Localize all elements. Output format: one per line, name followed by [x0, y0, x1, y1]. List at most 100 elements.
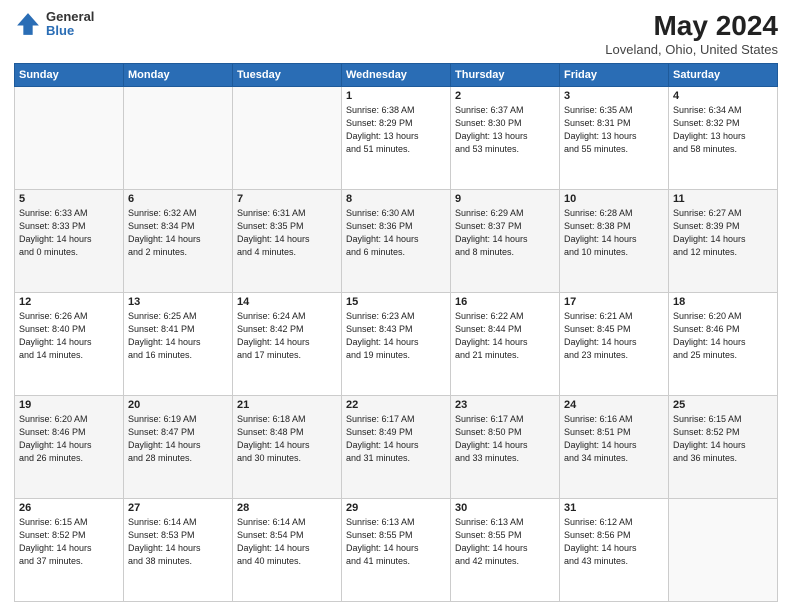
- day-number-23: 23: [455, 399, 555, 411]
- calendar-cell-3-1: 20 Sunrise: 6:19 AM Sunset: 8:47 PM Dayli…: [124, 396, 233, 499]
- day-info-17: Sunrise: 6:21 AM Sunset: 8:45 PM Dayligh…: [564, 310, 664, 362]
- col-tuesday: Tuesday: [233, 64, 342, 87]
- day-info-16: Sunrise: 6:22 AM Sunset: 8:44 PM Dayligh…: [455, 310, 555, 362]
- logo-blue-text: Blue: [46, 24, 94, 38]
- day-number-11: 11: [673, 193, 773, 205]
- week-row-2: 5 Sunrise: 6:33 AM Sunset: 8:33 PM Daylig…: [15, 190, 778, 293]
- day-info-8: Sunrise: 6:30 AM Sunset: 8:36 PM Dayligh…: [346, 207, 446, 259]
- day-info-30: Sunrise: 6:13 AM Sunset: 8:55 PM Dayligh…: [455, 516, 555, 568]
- day-number-30: 30: [455, 502, 555, 514]
- day-info-3: Sunrise: 6:35 AM Sunset: 8:31 PM Dayligh…: [564, 104, 664, 156]
- col-monday: Monday: [124, 64, 233, 87]
- day-info-21: Sunrise: 6:18 AM Sunset: 8:48 PM Dayligh…: [237, 413, 337, 465]
- day-info-19: Sunrise: 6:20 AM Sunset: 8:46 PM Dayligh…: [19, 413, 119, 465]
- calendar-cell-3-3: 22Sunrise: 6:17 AM Sunset: 8:49 PM Dayli…: [342, 396, 451, 499]
- day-number-27: 27: [128, 502, 228, 514]
- page: General Blue May 2024 Loveland, Ohio, Un…: [0, 0, 792, 612]
- day-info-5: Sunrise: 6:33 AM Sunset: 8:33 PM Dayligh…: [19, 207, 119, 259]
- header: General Blue May 2024 Loveland, Ohio, Un…: [14, 10, 778, 57]
- day-info-25: Sunrise: 6:15 AM Sunset: 8:52 PM Dayligh…: [673, 413, 773, 465]
- day-info-9: Sunrise: 6:29 AM Sunset: 8:37 PM Dayligh…: [455, 207, 555, 259]
- calendar-cell-2-4: 16 Sunrise: 6:22 AM Sunset: 8:44 PM Dayli…: [451, 293, 560, 396]
- day-info-4: Sunrise: 6:34 AM Sunset: 8:32 PM Dayligh…: [673, 104, 773, 156]
- day-info-12: Sunrise: 6:26 AM Sunset: 8:40 PM Dayligh…: [19, 310, 119, 362]
- calendar-cell-4-3: 29 Sunrise: 6:13 AM Sunset: 8:55 PM Dayli…: [342, 499, 451, 602]
- day-number-19: 19: [19, 399, 119, 411]
- logo-general-text: General: [46, 10, 94, 24]
- calendar-cell-1-0: 5 Sunrise: 6:33 AM Sunset: 8:33 PM Daylig…: [15, 190, 124, 293]
- day-number-25: 25: [673, 399, 773, 411]
- day-number-10: 10: [564, 193, 664, 205]
- calendar-cell-4-2: 28Sunrise: 6:14 AM Sunset: 8:54 PM Dayli…: [233, 499, 342, 602]
- col-thursday: Thursday: [451, 64, 560, 87]
- day-number-5: 5: [19, 193, 119, 205]
- calendar-cell-4-5: 31Sunrise: 6:12 AM Sunset: 8:56 PM Dayli…: [560, 499, 669, 602]
- col-friday: Friday: [560, 64, 669, 87]
- calendar-table: Sunday Monday Tuesday Wednesday Thursday…: [14, 63, 778, 602]
- week-row-3: 12Sunrise: 6:26 AM Sunset: 8:40 PM Dayli…: [15, 293, 778, 396]
- day-number-8: 8: [346, 193, 446, 205]
- calendar-cell-2-1: 13 Sunrise: 6:25 AM Sunset: 8:41 PM Dayli…: [124, 293, 233, 396]
- calendar-cell-4-6: [669, 499, 778, 602]
- calendar-cell-0-5: 3Sunrise: 6:35 AM Sunset: 8:31 PM Daylig…: [560, 87, 669, 190]
- day-info-10: Sunrise: 6:28 AM Sunset: 8:38 PM Dayligh…: [564, 207, 664, 259]
- calendar-cell-0-6: 4 Sunrise: 6:34 AM Sunset: 8:32 PM Daylig…: [669, 87, 778, 190]
- day-info-31: Sunrise: 6:12 AM Sunset: 8:56 PM Dayligh…: [564, 516, 664, 568]
- day-number-2: 2: [455, 90, 555, 102]
- day-info-20: Sunrise: 6:19 AM Sunset: 8:47 PM Dayligh…: [128, 413, 228, 465]
- day-info-6: Sunrise: 6:32 AM Sunset: 8:34 PM Dayligh…: [128, 207, 228, 259]
- day-number-4: 4: [673, 90, 773, 102]
- calendar-cell-3-6: 25 Sunrise: 6:15 AM Sunset: 8:52 PM Dayli…: [669, 396, 778, 499]
- day-number-7: 7: [237, 193, 337, 205]
- calendar-cell-3-0: 19 Sunrise: 6:20 AM Sunset: 8:46 PM Dayli…: [15, 396, 124, 499]
- calendar-cell-3-2: 21 Sunrise: 6:18 AM Sunset: 8:48 PM Dayli…: [233, 396, 342, 499]
- day-info-26: Sunrise: 6:15 AM Sunset: 8:52 PM Dayligh…: [19, 516, 119, 568]
- day-info-11: Sunrise: 6:27 AM Sunset: 8:39 PM Dayligh…: [673, 207, 773, 259]
- day-number-15: 15: [346, 296, 446, 308]
- day-info-22: Sunrise: 6:17 AM Sunset: 8:49 PM Dayligh…: [346, 413, 446, 465]
- week-row-5: 26 Sunrise: 6:15 AM Sunset: 8:52 PM Dayli…: [15, 499, 778, 602]
- col-wednesday: Wednesday: [342, 64, 451, 87]
- day-number-16: 16: [455, 296, 555, 308]
- week-row-4: 19 Sunrise: 6:20 AM Sunset: 8:46 PM Dayli…: [15, 396, 778, 499]
- logo: General Blue: [14, 10, 94, 39]
- logo-text: General Blue: [46, 10, 94, 39]
- calendar-cell-2-0: 12Sunrise: 6:26 AM Sunset: 8:40 PM Dayli…: [15, 293, 124, 396]
- day-info-27: Sunrise: 6:14 AM Sunset: 8:53 PM Dayligh…: [128, 516, 228, 568]
- day-number-14: 14: [237, 296, 337, 308]
- day-number-21: 21: [237, 399, 337, 411]
- day-info-2: Sunrise: 6:37 AM Sunset: 8:30 PM Dayligh…: [455, 104, 555, 156]
- calendar-cell-1-4: 9Sunrise: 6:29 AM Sunset: 8:37 PM Daylig…: [451, 190, 560, 293]
- title-block: May 2024 Loveland, Ohio, United States: [605, 10, 778, 57]
- day-info-23: Sunrise: 6:17 AM Sunset: 8:50 PM Dayligh…: [455, 413, 555, 465]
- calendar-cell-4-1: 27 Sunrise: 6:14 AM Sunset: 8:53 PM Dayli…: [124, 499, 233, 602]
- calendar-cell-0-3: 1 Sunrise: 6:38 AM Sunset: 8:29 PM Daylig…: [342, 87, 451, 190]
- day-info-29: Sunrise: 6:13 AM Sunset: 8:55 PM Dayligh…: [346, 516, 446, 568]
- calendar-cell-1-5: 10 Sunrise: 6:28 AM Sunset: 8:38 PM Dayli…: [560, 190, 669, 293]
- day-number-6: 6: [128, 193, 228, 205]
- day-info-1: Sunrise: 6:38 AM Sunset: 8:29 PM Dayligh…: [346, 104, 446, 156]
- day-number-29: 29: [346, 502, 446, 514]
- day-number-1: 1: [346, 90, 446, 102]
- day-number-13: 13: [128, 296, 228, 308]
- col-saturday: Saturday: [669, 64, 778, 87]
- calendar-title: May 2024: [605, 10, 778, 42]
- calendar-cell-0-1: [124, 87, 233, 190]
- day-info-15: Sunrise: 6:23 AM Sunset: 8:43 PM Dayligh…: [346, 310, 446, 362]
- day-number-20: 20: [128, 399, 228, 411]
- logo-icon: [14, 10, 42, 38]
- day-info-28: Sunrise: 6:14 AM Sunset: 8:54 PM Dayligh…: [237, 516, 337, 568]
- calendar-cell-0-0: [15, 87, 124, 190]
- day-info-24: Sunrise: 6:16 AM Sunset: 8:51 PM Dayligh…: [564, 413, 664, 465]
- calendar-cell-2-3: 15 Sunrise: 6:23 AM Sunset: 8:43 PM Dayli…: [342, 293, 451, 396]
- calendar-cell-4-4: 30 Sunrise: 6:13 AM Sunset: 8:55 PM Dayli…: [451, 499, 560, 602]
- day-number-17: 17: [564, 296, 664, 308]
- day-number-26: 26: [19, 502, 119, 514]
- calendar-cell-0-2: [233, 87, 342, 190]
- calendar-cell-3-5: 24Sunrise: 6:16 AM Sunset: 8:51 PM Dayli…: [560, 396, 669, 499]
- week-row-1: 1 Sunrise: 6:38 AM Sunset: 8:29 PM Daylig…: [15, 87, 778, 190]
- day-info-7: Sunrise: 6:31 AM Sunset: 8:35 PM Dayligh…: [237, 207, 337, 259]
- day-info-13: Sunrise: 6:25 AM Sunset: 8:41 PM Dayligh…: [128, 310, 228, 362]
- calendar-cell-1-6: 11 Sunrise: 6:27 AM Sunset: 8:39 PM Dayli…: [669, 190, 778, 293]
- calendar-cell-2-6: 18Sunrise: 6:20 AM Sunset: 8:46 PM Dayli…: [669, 293, 778, 396]
